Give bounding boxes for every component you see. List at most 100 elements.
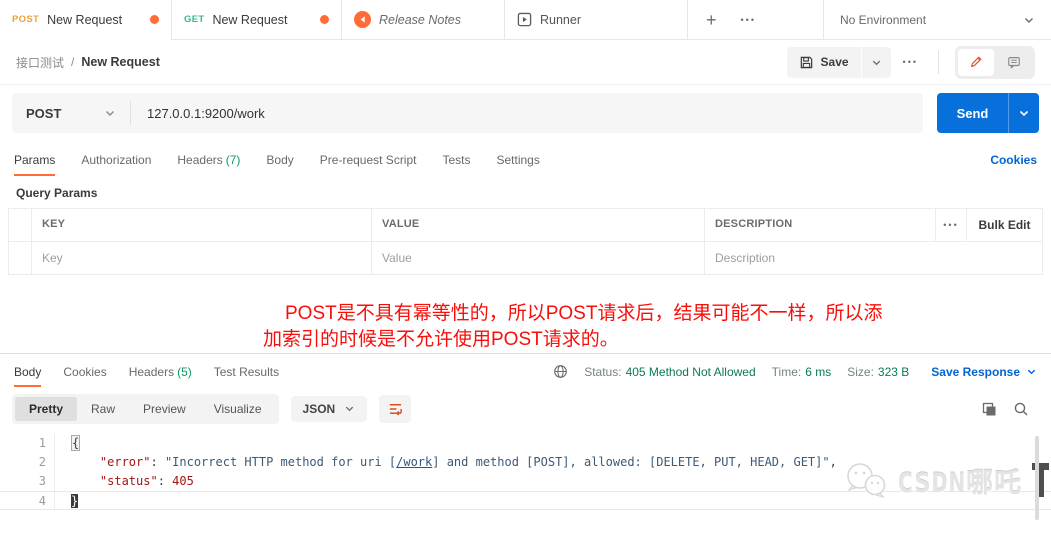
- method-badge-post: POST: [12, 14, 40, 25]
- tab-pre-request-script[interactable]: Pre-request Script: [320, 141, 417, 178]
- request-tab-post[interactable]: POST New Request: [0, 0, 172, 40]
- tab-title: New Request: [212, 12, 288, 27]
- tab-label: Params: [14, 152, 56, 167]
- tab-label: Authorization: [81, 152, 152, 167]
- mode-raw[interactable]: Raw: [77, 397, 129, 421]
- code-line: 2 "error": "Incorrect HTTP method for ur…: [0, 453, 1051, 472]
- annotation-note: POST是不具有幂等性的，所以POST请求后，结果可能不一样，所以添 加索引的时…: [0, 301, 1051, 353]
- code-lines: 1{2 "error": "Incorrect HTTP method for …: [0, 434, 1051, 510]
- format-select[interactable]: JSON: [290, 395, 368, 422]
- tab-response-cookies[interactable]: Cookies: [63, 354, 106, 389]
- value-cell: [371, 242, 704, 274]
- unsaved-dot-icon: [150, 15, 159, 24]
- status-label: Status:: [584, 364, 622, 379]
- value-input[interactable]: [382, 251, 694, 265]
- key-input[interactable]: [42, 251, 361, 265]
- tab-actions: + •••: [688, 0, 774, 39]
- tab-label: Headers: [177, 152, 223, 167]
- tab-tests[interactable]: Tests: [442, 141, 470, 178]
- mode-preview[interactable]: Preview: [129, 397, 200, 421]
- annotation-line: POST是不具有幂等性的，所以POST请求后，结果可能不一样，所以添: [285, 303, 883, 324]
- time-badge: Time: 6 ms: [772, 365, 832, 379]
- save-response-button[interactable]: Save Response: [931, 365, 1037, 379]
- chevron-down-icon: [346, 406, 354, 412]
- code-text: "error": "Incorrect HTTP method for uri …: [99, 455, 837, 469]
- response-body-editor[interactable]: 1{2 "error": "Incorrect HTTP method for …: [0, 428, 1051, 533]
- edit-comment-toggle: [955, 45, 1035, 79]
- new-tab-button[interactable]: +: [706, 11, 717, 29]
- time-label: Time:: [771, 364, 802, 379]
- chevron-down-icon: [1025, 17, 1033, 23]
- request-more-button[interactable]: •••: [891, 57, 930, 67]
- code-text: {: [71, 435, 81, 451]
- tab-title: Runner: [540, 12, 581, 27]
- toolbar-actions: Save •••: [786, 45, 1035, 79]
- column-header-description: DESCRIPTION: [704, 209, 935, 241]
- tab-response-headers[interactable]: Headers (5): [129, 354, 192, 389]
- environment-selector[interactable]: No Environment: [823, 0, 1051, 39]
- comment-icon: [1008, 57, 1020, 69]
- code-text: "status": 405: [99, 474, 194, 488]
- runner-tab[interactable]: Runner: [505, 0, 688, 39]
- tab-more-button[interactable]: •••: [741, 15, 756, 25]
- url-input[interactable]: [131, 105, 923, 121]
- tab-label: Body: [14, 364, 42, 379]
- edit-mode-button[interactable]: [958, 48, 994, 76]
- save-options-button[interactable]: [861, 46, 891, 78]
- tab-count: (5): [177, 364, 192, 379]
- beautify-button[interactable]: [379, 394, 412, 423]
- size-label: Size:: [847, 364, 874, 379]
- url-row: POST Send: [0, 85, 1051, 141]
- bulk-edit-button[interactable]: Bulk Edit: [966, 209, 1042, 241]
- send-button[interactable]: Send: [937, 93, 1009, 133]
- table-row: [8, 242, 1043, 275]
- send-button-group: Send: [937, 93, 1039, 133]
- tab-body[interactable]: Body: [266, 141, 293, 178]
- tab-authorization[interactable]: Authorization: [81, 141, 151, 178]
- code-line: 1{: [0, 434, 1051, 453]
- comment-button[interactable]: [996, 49, 1032, 76]
- params-more-button[interactable]: •••: [935, 209, 966, 241]
- response-viewer-bar: Pretty Raw Preview Visualize JSON: [0, 389, 1051, 428]
- mode-pretty[interactable]: Pretty: [15, 396, 78, 421]
- tab-label: Body: [266, 152, 294, 167]
- save-button[interactable]: Save: [786, 46, 861, 78]
- gutter-fold: [54, 434, 63, 453]
- response-tabs: Body Cookies Headers (5) Test Results Sta…: [0, 354, 1051, 389]
- copy-icon[interactable]: [981, 401, 997, 417]
- method-value: POST: [26, 105, 62, 121]
- status-badge: Status: 405 Method Not Allowed: [584, 365, 755, 379]
- release-notes-tab[interactable]: Release Notes: [342, 0, 505, 39]
- tab-settings[interactable]: Settings: [497, 141, 540, 178]
- request-tab-get[interactable]: GET New Request: [172, 0, 342, 39]
- line-number: 2: [38, 455, 46, 469]
- tab-label: Settings: [496, 152, 540, 167]
- release-notes-icon: [354, 11, 371, 28]
- tab-test-results[interactable]: Test Results: [214, 354, 279, 389]
- breadcrumb-collection[interactable]: 接口测试: [16, 54, 64, 71]
- tab-response-body[interactable]: Body: [14, 354, 42, 389]
- tab-label: Pre-request Script: [319, 152, 417, 167]
- unsaved-dot-icon: [320, 15, 329, 24]
- tab-label: Cookies: [63, 364, 107, 379]
- cookies-link[interactable]: Cookies: [990, 153, 1037, 167]
- method-select[interactable]: POST: [12, 93, 130, 133]
- annotation-line: 加索引的时候是不允许使用POST请求的。: [263, 329, 619, 350]
- editor-scrollbar[interactable]: [1035, 436, 1039, 520]
- query-params-title: Query Params: [16, 186, 98, 200]
- key-cell: [31, 242, 371, 274]
- runner-icon: [517, 12, 532, 27]
- network-icon[interactable]: [553, 364, 568, 379]
- search-icon[interactable]: [1013, 401, 1029, 417]
- send-options-button[interactable]: [1009, 93, 1039, 133]
- mode-visualize[interactable]: Visualize: [200, 397, 276, 421]
- breadcrumb-request-name[interactable]: New Request: [81, 55, 160, 69]
- breadcrumb-separator: /: [71, 55, 75, 69]
- row-handle-cell: [9, 242, 31, 274]
- description-input[interactable]: [715, 251, 1032, 265]
- method-badge-get: GET: [184, 14, 205, 25]
- tab-headers[interactable]: Headers (7): [177, 141, 240, 178]
- gutter-fold: [54, 472, 63, 491]
- gutter-fold: [54, 492, 63, 509]
- tab-params[interactable]: Params: [14, 141, 56, 178]
